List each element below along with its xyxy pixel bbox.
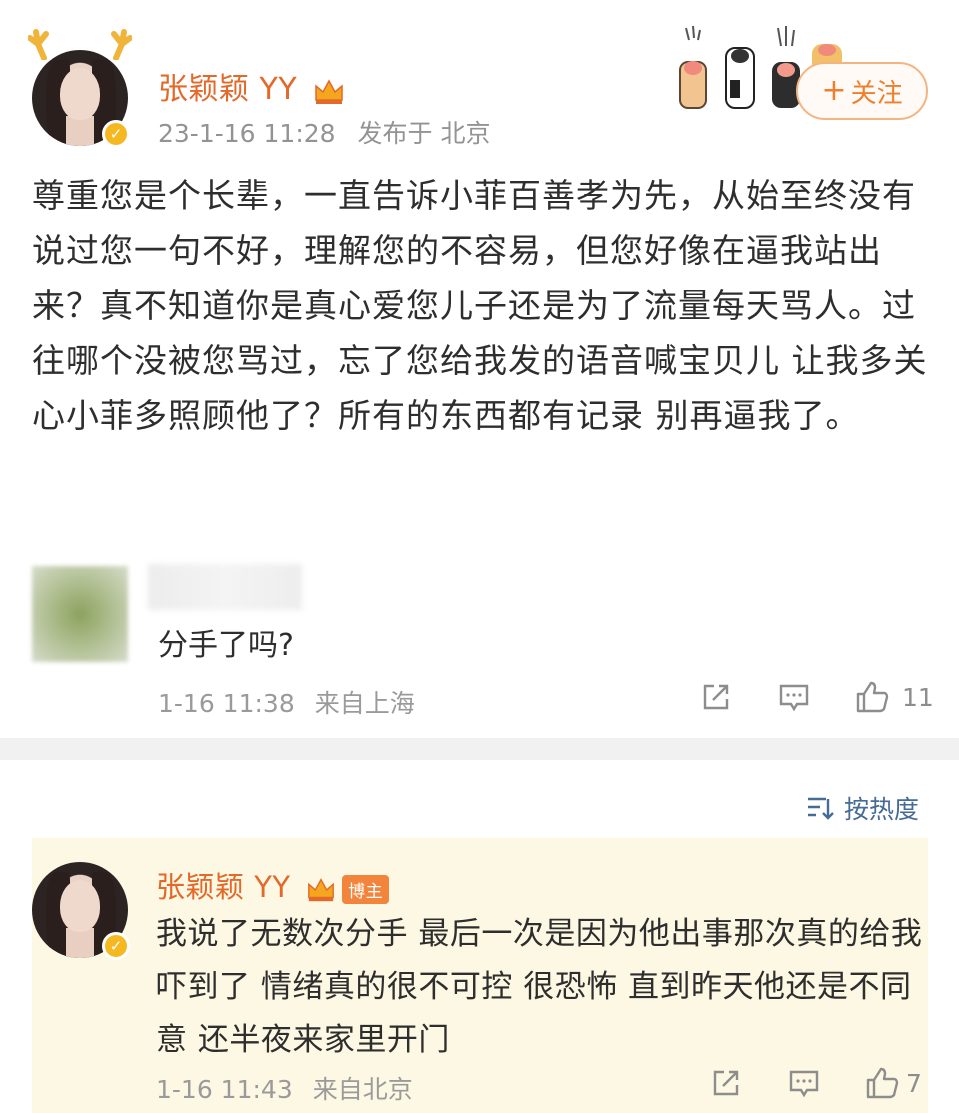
reply-author[interactable]: 张颖颖 YY 博主 — [156, 864, 390, 906]
follow-button[interactable]: + 关注 — [796, 62, 928, 120]
section-divider — [0, 738, 959, 760]
post-meta: 23-1-16 11:28 发布于 北京 — [158, 114, 490, 150]
reply-location: 来自北京 — [312, 1075, 413, 1104]
comment-icon[interactable] — [778, 681, 810, 713]
sort-toggle[interactable]: 按热度 — [806, 790, 919, 826]
reply-time: 1-16 11:43 — [156, 1075, 293, 1104]
comment-icon[interactable] — [788, 1067, 820, 1099]
follow-label: 关注 — [850, 78, 903, 109]
comment-meta: 1-16 11:38 来自上海 — [158, 684, 415, 720]
commenter-name-blurred[interactable] — [148, 564, 302, 610]
author-avatar[interactable]: ✓ — [28, 29, 132, 148]
crown-icon — [315, 78, 343, 104]
reply-avatar[interactable]: ✓ — [32, 862, 130, 960]
like-icon — [856, 681, 889, 713]
like-button[interactable]: 11 — [854, 680, 934, 714]
crown-icon — [308, 878, 335, 902]
blogger-badge: 博主 — [342, 874, 390, 904]
reply-actions: 7 — [710, 1066, 922, 1100]
share-icon[interactable] — [700, 681, 732, 713]
like-count: 7 — [906, 1068, 922, 1098]
post-location: 发布于 北京 — [357, 119, 491, 148]
post-author-name[interactable]: 张颖颖 YY — [158, 72, 297, 107]
sort-label: 按热度 — [844, 795, 920, 824]
verified-icon: ✓ — [102, 932, 130, 960]
comment-text: 分手了吗? — [158, 628, 294, 663]
post-date: 23-1-16 11:28 — [158, 119, 336, 148]
commenter-avatar[interactable] — [32, 566, 128, 662]
like-icon — [866, 1067, 899, 1099]
comment-actions: 11 — [700, 680, 934, 714]
post-card: ✓ 张颖颖 YY 23-1-16 11:28 发布于 北京 + 关注 尊重您是个… — [0, 0, 959, 738]
like-count: 11 — [902, 682, 934, 712]
verified-icon: ✓ — [102, 120, 130, 148]
reply-author-name[interactable]: 张颖颖 YY — [156, 870, 291, 904]
post-author[interactable]: 张颖颖 YY — [158, 64, 345, 108]
reply-text: 我说了无数次分手 最后一次是因为他出事那次真的给我吓到了 情绪真的很不可控 很恐… — [156, 916, 923, 1058]
comment-location: 来自上海 — [314, 689, 415, 718]
weibo-page: ✓ 张颖颖 YY 23-1-16 11:28 发布于 北京 + 关注 尊重您是个… — [0, 0, 959, 1113]
post-body: 尊重您是个长辈，一直告诉小菲百善孝为先，从始至终没有说过您一句不好，理解您的不容… — [32, 176, 928, 435]
plus-icon: + — [821, 73, 847, 108]
like-button[interactable]: 7 — [864, 1066, 922, 1100]
blogger-reply: ✓ 张颖颖 YY 博主 我说了无数次分手 最后一次是因为他出事那次真的给我吓到了… — [32, 838, 928, 1113]
share-icon[interactable] — [710, 1067, 742, 1099]
reply-meta: 1-16 11:43 来自北京 — [156, 1070, 413, 1106]
sort-icon — [808, 797, 834, 820]
comment-time: 1-16 11:38 — [158, 689, 295, 718]
